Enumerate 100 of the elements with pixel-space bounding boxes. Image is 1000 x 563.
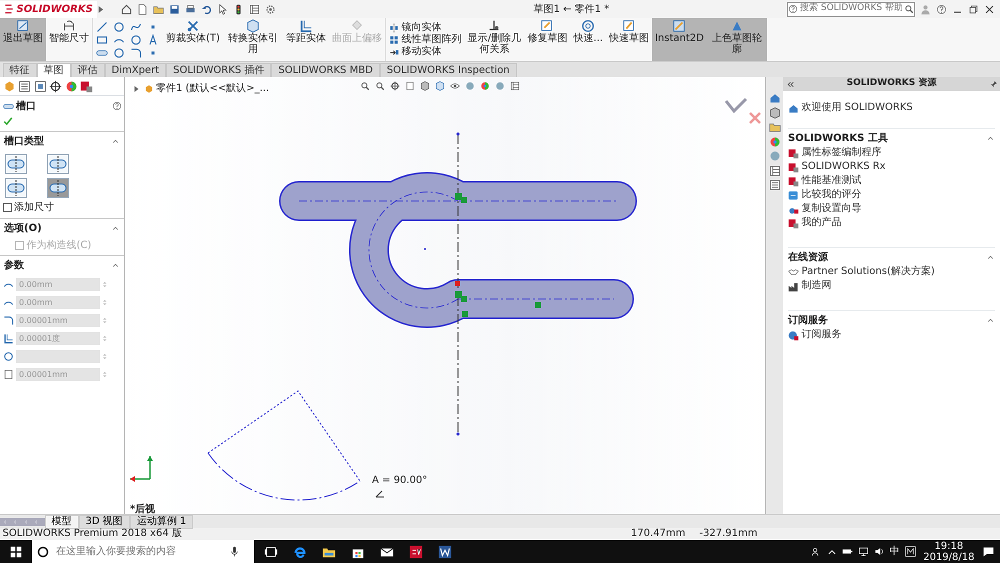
ok-check-icon[interactable]: [2, 116, 12, 126]
restore-icon[interactable]: [968, 4, 979, 14]
close-icon[interactable]: [984, 4, 995, 14]
line-tool-icon[interactable]: [96, 20, 108, 32]
microphone-icon[interactable]: [229, 546, 240, 557]
clock-date[interactable]: 2019/8/18: [923, 552, 974, 562]
ribbon-button[interactable]: 退出草图: [0, 18, 46, 61]
resource-link[interactable]: Partner Solutions(解决方案): [788, 265, 935, 279]
tree-icon[interactable]: [18, 80, 31, 92]
ribbon-button[interactable]: 修复草图: [524, 18, 570, 61]
command-tab[interactable]: SOLIDWORKS Inspection: [380, 63, 517, 77]
menu-arrow-icon[interactable]: [96, 4, 106, 14]
ribbon-button[interactable]: 显示/删除几何关系: [464, 18, 524, 61]
rectangle-tool-icon[interactable]: [96, 34, 108, 46]
resource-link[interactable]: 制造网: [788, 279, 832, 293]
ribbon-button[interactable]: 快速草图: [606, 18, 652, 61]
eye-icon[interactable]: [450, 81, 460, 91]
ribbon-button[interactable]: 剪裁实体(T): [163, 18, 223, 61]
volume-icon[interactable]: [874, 546, 885, 557]
slot-type-option[interactable]: [47, 154, 69, 174]
resource-link[interactable]: SOLIDWORKS Rx: [788, 160, 886, 174]
home-icon[interactable]: [120, 4, 132, 14]
command-tab[interactable]: 草图: [36, 63, 70, 77]
folder-icon[interactable]: [768, 121, 780, 133]
solidworks-app-icon[interactable]: [409, 544, 423, 558]
command-tab[interactable]: DimXpert: [104, 63, 166, 77]
network-icon[interactable]: [858, 546, 869, 557]
clock-time[interactable]: 19:18: [934, 540, 964, 552]
ribbon-button[interactable]: Instant2D: [652, 18, 707, 61]
circle-tool-icon[interactable]: [112, 46, 124, 58]
fillet-tool-icon[interactable]: [130, 46, 142, 58]
word-app-icon[interactable]: [438, 544, 452, 558]
ime-mode-icon[interactable]: [904, 546, 916, 557]
ribbon-button[interactable]: 镜向实体: [386, 22, 464, 34]
crosshair-icon[interactable]: [49, 80, 62, 92]
paper-icon[interactable]: [405, 81, 415, 91]
circle-tool-icon[interactable]: [112, 20, 124, 32]
properties-icon[interactable]: [768, 164, 780, 176]
add-dimensions-checkbox[interactable]: 添加尺寸: [0, 200, 124, 218]
appearance-icon[interactable]: [64, 80, 78, 92]
command-tab[interactable]: SOLIDWORKS 插件: [166, 63, 272, 77]
task-view-icon[interactable]: [264, 544, 278, 558]
expand-arrow-icon[interactable]: [133, 84, 141, 92]
settings-icon[interactable]: [264, 4, 276, 14]
notification-icon[interactable]: [982, 545, 995, 558]
angle-dimension[interactable]: A = 90.00°: [372, 475, 428, 486]
ribbon-button[interactable]: 快速...: [570, 18, 606, 61]
resource-link[interactable]: 复制设置向导: [788, 202, 862, 216]
input-method[interactable]: 中: [890, 544, 900, 559]
zoom-icon[interactable]: [360, 81, 370, 91]
tree-icon[interactable]: [768, 179, 780, 191]
slot-type-option[interactable]: [5, 178, 27, 198]
search-icon[interactable]: [904, 4, 914, 14]
undo-icon[interactable]: [200, 4, 212, 14]
edge-browser-icon[interactable]: [293, 544, 307, 558]
model-tab[interactable]: 运动算例 1: [130, 514, 194, 528]
collapse-left-icon[interactable]: [786, 80, 794, 88]
crosshair-icon[interactable]: [390, 81, 400, 91]
view-cube-icon[interactable]: [420, 81, 430, 91]
config-icon[interactable]: [34, 80, 46, 92]
resource-link[interactable]: 我的产品: [788, 216, 842, 230]
file-properties-icon[interactable]: [248, 4, 260, 14]
resource-link[interactable]: 订阅服务: [788, 328, 842, 342]
command-tab[interactable]: SOLIDWORKS MBD: [271, 63, 380, 77]
new-document-icon[interactable]: [136, 4, 148, 14]
welcome-link[interactable]: 欢迎使用 SOLIDWORKS: [783, 101, 918, 115]
ribbon-button[interactable]: 等距实体: [282, 18, 329, 61]
display-style-icon[interactable]: [435, 81, 445, 91]
home-icon[interactable]: [768, 92, 780, 104]
confirmation-corner-drawing[interactable]: [724, 98, 762, 124]
resource-link[interactable]: 属性标签编制程序: [788, 146, 882, 160]
print-icon[interactable]: [184, 4, 196, 14]
ribbon-button[interactable]: 线性草图阵列: [386, 34, 464, 46]
resource-link[interactable]: 比较我的评分: [788, 188, 862, 202]
help-icon[interactable]: [112, 101, 122, 111]
pin-icon[interactable]: [988, 80, 998, 88]
zoom-icon[interactable]: [375, 81, 385, 91]
slot-type-option[interactable]: [47, 178, 69, 198]
help-search-field[interactable]: 搜索 SOLIDWORKS 帮助: [787, 2, 915, 16]
save-icon[interactable]: [168, 4, 180, 14]
palette-icon[interactable]: [768, 136, 780, 148]
ribbon-button[interactable]: 转换实体引用: [222, 18, 283, 61]
ribbon-button[interactable]: 智能尺寸: [46, 18, 92, 61]
ribbon-button[interactable]: 上色草图轮廓: [706, 18, 767, 61]
help-icon[interactable]: [936, 4, 947, 14]
resource-link[interactable]: 性能基准测试: [788, 174, 862, 188]
circle-tool-icon[interactable]: [130, 34, 142, 46]
model-tab[interactable]: 模型: [44, 514, 78, 528]
pointer-icon[interactable]: [216, 4, 228, 14]
search-input[interactable]: 在这里输入你要搜索的内容: [54, 543, 224, 560]
text-tool-icon[interactable]: [146, 34, 158, 46]
open-folder-icon[interactable]: [152, 4, 164, 14]
monitor-icon[interactable]: [510, 81, 520, 91]
appearance-icon[interactable]: [480, 81, 490, 91]
command-tab[interactable]: 评估: [70, 63, 104, 77]
slot-type-option[interactable]: [5, 154, 27, 174]
ribbon-button[interactable]: 移动实体: [386, 46, 464, 58]
feature-tree-label[interactable]: 零件1 (默认<<默认>_...: [156, 81, 270, 96]
model-tab[interactable]: 3D 视图: [78, 514, 130, 528]
command-tab[interactable]: 特征: [2, 63, 36, 77]
